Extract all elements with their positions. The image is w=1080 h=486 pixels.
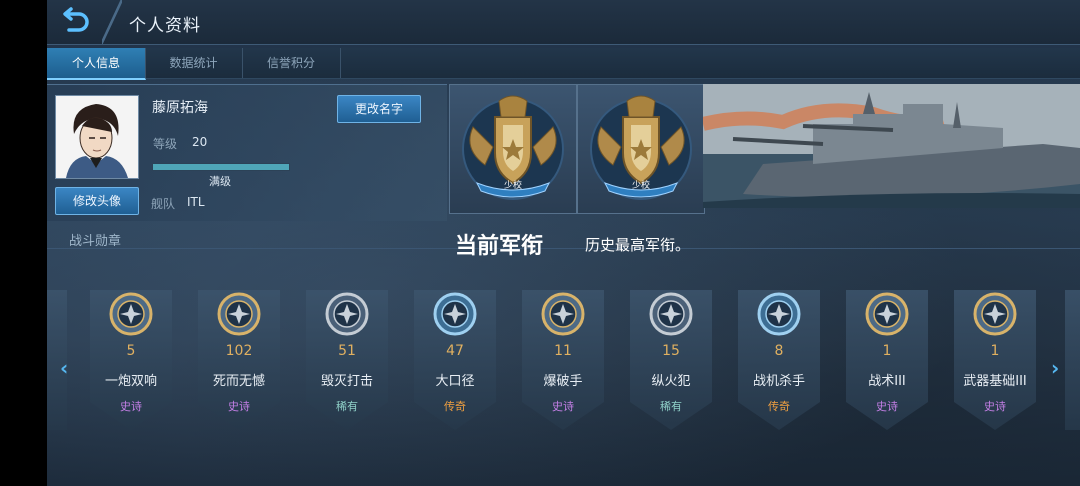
tab-bar: 个人信息 数据统计 信誉积分 [47,48,1080,80]
medal-count: 51 [338,343,356,359]
medal-count: 102 [225,343,253,359]
burst-medal-icon [109,292,153,336]
tab-statistics[interactable]: 数据统计 [145,48,243,78]
medal-rarity: 史诗 [120,400,142,413]
medal-name: 爆破手 [543,374,583,389]
medal-rarity: 稀有 [660,400,682,413]
tab-personal-info[interactable]: 个人信息 [47,48,146,80]
medal-rarity: 史诗 [876,400,898,413]
title-separator [102,0,122,44]
back-button[interactable] [57,6,91,36]
header-bar: 个人资料 [47,0,1080,45]
medal-name: 武器基础III [963,374,1027,389]
medal-name: 死而无憾 [212,374,265,389]
change-avatar-button[interactable]: 修改头像 [55,187,139,215]
medal-count: 47 [446,343,464,359]
warship-image [703,84,1080,208]
page-title: 个人资料 [129,16,201,36]
section-title-battle-medals: 战斗勋章 [69,234,122,249]
flame-medal-icon [649,292,693,336]
level-label: 等级 [153,137,178,151]
medal-name: 纵火犯 [651,374,691,389]
highest-rank-label: 少校 [631,181,650,191]
tactics-medal-icon [865,292,909,336]
next-medal-card-edge [1065,290,1080,430]
fleet-value: ITL [187,195,205,209]
medal-count: 5 [126,343,136,359]
scroll-left-arrow[interactable]: ‹ [60,356,68,380]
rename-button[interactable]: 更改名字 [337,95,421,123]
weapon-medal-icon [973,292,1017,336]
medal-name: 毁灭打击 [320,374,373,389]
medal-rarity: 稀有 [336,400,358,413]
current-rank-panel: 少校 [449,84,577,214]
medal-rarity: 史诗 [984,400,1006,413]
medal-rarity: 史诗 [228,400,250,413]
medal-name: 一炮双响 [104,374,157,389]
caliber-medal-icon [433,292,477,336]
scroll-right-arrow[interactable]: › [1051,356,1059,380]
medal-name: 大口径 [435,374,475,389]
player-name: 藤原拓海 [152,100,208,116]
medal-rarity: 传奇 [444,400,466,413]
annotation-current-rank: 当前军衔 [455,234,544,259]
profile-panel: 修改头像 藤原拓海 更改名字 等级 20 满级 舰队 ITL [47,84,447,221]
avatar [55,95,139,179]
medal-count: 11 [554,343,572,359]
medal-rarity: 史诗 [552,400,574,413]
ship-banner-image [703,84,1080,208]
profile-screen: 个人资料 个人信息 数据统计 信誉积分 修改头像 藤原拓海 更改名字 等级 20… [47,0,1080,486]
left-black-strip [0,0,47,486]
explosion-medal-icon [325,292,369,336]
fleet-label: 舰队 [151,197,176,211]
avatar-portrait [56,96,138,178]
medal-name: 战机杀手 [752,374,805,389]
exp-text: 满级 [209,175,231,188]
medal-count: 1 [990,343,1000,359]
exp-bar-fill [153,164,289,170]
anchor-medal-icon [217,292,261,336]
medal-count: 8 [774,343,784,359]
current-rank-label: 少校 [503,181,522,191]
section-divider [47,248,1080,249]
back-arrow-icon [63,7,89,32]
tab-credit-score[interactable]: 信誉积分 [242,48,341,78]
level-value: 20 [192,135,208,149]
medal-rarity: 传奇 [768,400,790,413]
medal-count: 1 [882,343,892,359]
medal-count: 15 [662,343,680,359]
prev-medal-edge-text: 1 [47,370,59,385]
medal-name: 战术III [868,374,906,389]
demolition-medal-icon [541,292,585,336]
fighter-medal-icon [757,292,801,336]
highest-rank-panel: 少校 [577,84,705,214]
exp-bar [152,163,290,171]
annotation-highest-rank: 历史最高军衔。 [585,236,691,254]
